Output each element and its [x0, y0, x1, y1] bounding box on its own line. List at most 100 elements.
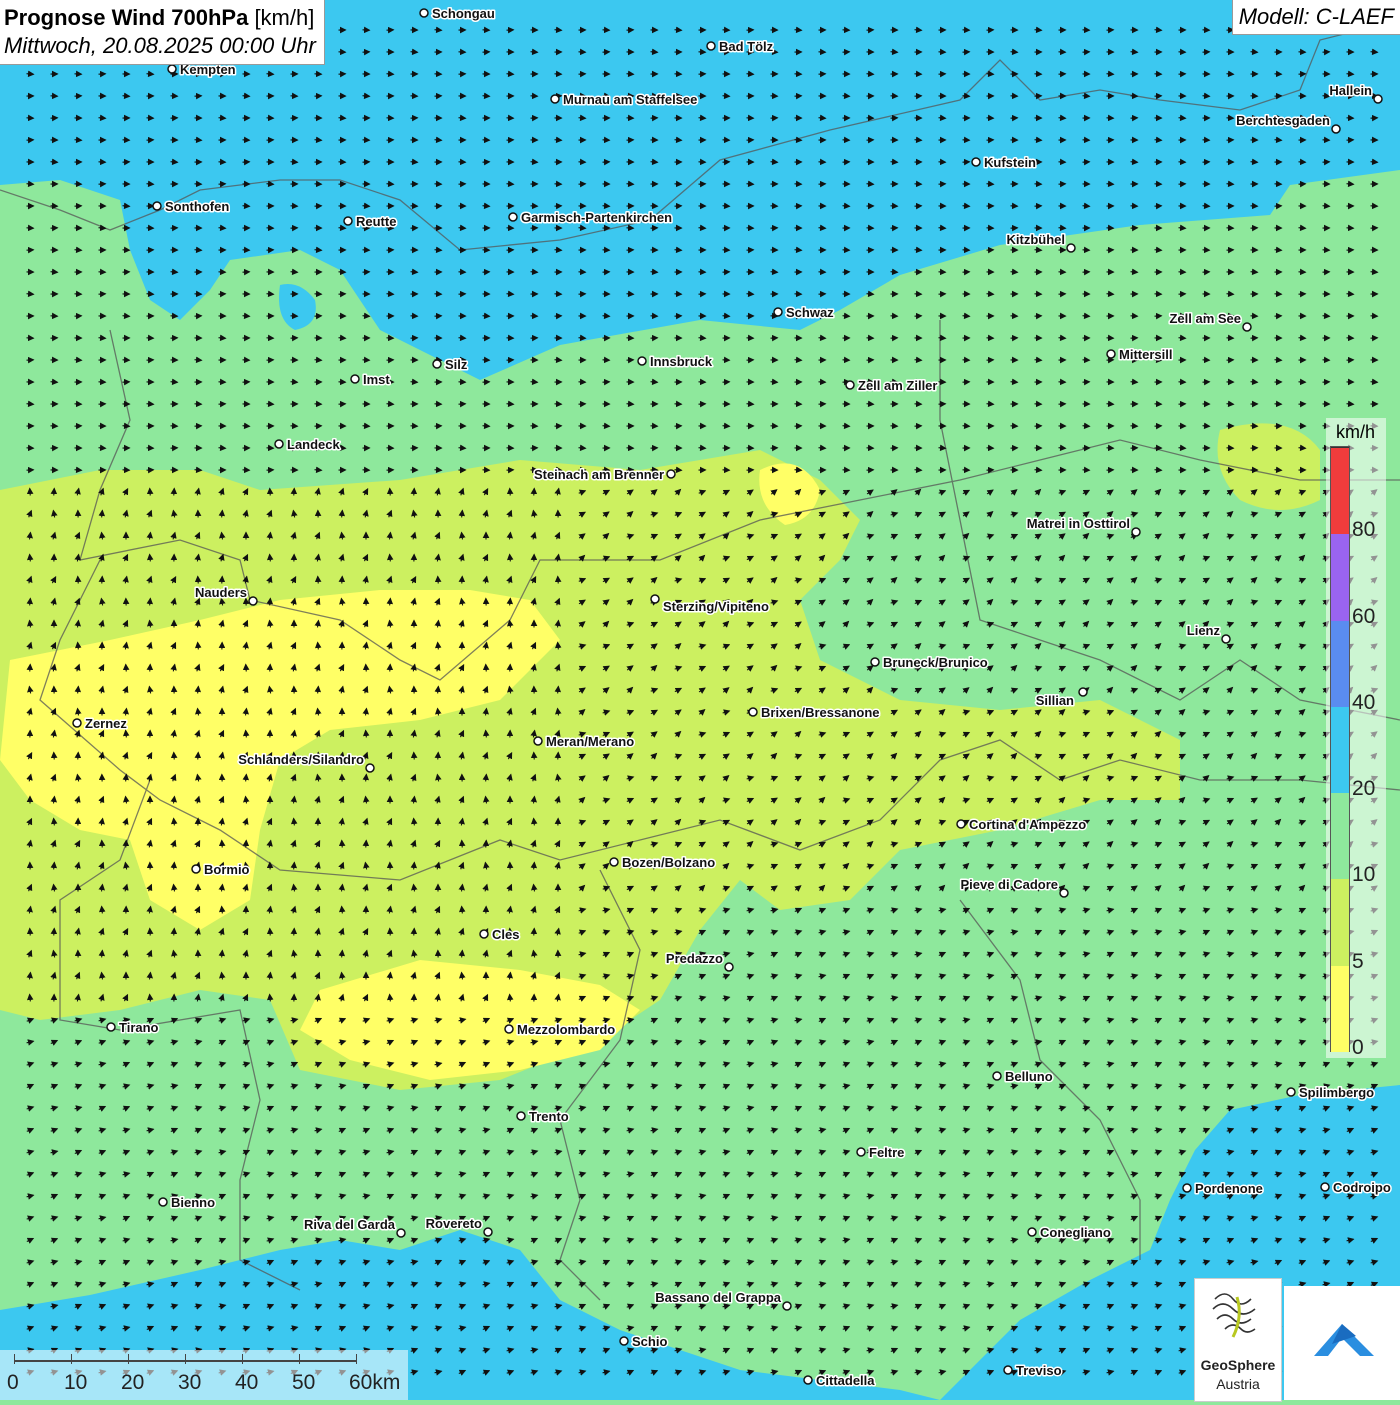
scale-tick: [71, 1354, 72, 1364]
wind-arrow: [1155, 30, 1162, 31]
wind-arrow: [366, 775, 367, 782]
city-marker: [397, 1229, 405, 1237]
wind-arrow: [195, 470, 202, 471]
wind-arrow: [723, 206, 730, 207]
wind-arrow: [294, 863, 295, 870]
wind-arrow: [627, 74, 634, 75]
city-label: Schwaz: [786, 305, 834, 320]
wind-arrow: [363, 316, 370, 317]
wind-arrow: [195, 140, 202, 141]
city-label: Meran/Merano: [546, 734, 634, 749]
wind-arrow: [723, 316, 730, 317]
wind-arrow: [1083, 206, 1090, 207]
wind-arrow: [174, 863, 175, 870]
wind-arrow: [675, 250, 682, 251]
wind-arrow: [675, 140, 682, 141]
wind-arrow: [459, 448, 466, 449]
wind-arrow: [699, 228, 706, 229]
wind-arrow: [78, 687, 79, 694]
wind-arrow: [723, 426, 730, 427]
wind-arrow: [99, 228, 106, 229]
wind-arrow: [126, 775, 127, 782]
wind-arrow: [462, 907, 463, 914]
scale-label: 30: [178, 1371, 201, 1395]
wind-arrow: [195, 360, 202, 361]
wind-arrow: [126, 731, 127, 738]
wind-arrow: [1227, 294, 1234, 295]
legend-segment: [1331, 706, 1349, 793]
wind-arrow: [171, 272, 178, 273]
city-label: Kitzbühel: [1007, 232, 1066, 247]
wind-arrow: [270, 995, 271, 1002]
city-label: Bassano del Grappa: [655, 1290, 781, 1305]
wind-arrow: [267, 294, 274, 295]
wind-arrow: [1251, 162, 1258, 163]
city-marker: [610, 858, 618, 866]
wind-arrow: [1347, 404, 1354, 405]
city-label: Imst: [363, 372, 390, 387]
wind-arrow: [30, 555, 31, 562]
wind-arrow: [1059, 228, 1066, 229]
city-label: Innsbruck: [650, 354, 713, 369]
legend-tick-label: 60: [1352, 605, 1375, 629]
wind-arrow: [1059, 118, 1066, 119]
wind-arrow: [291, 382, 298, 383]
legend-segment: [1331, 533, 1349, 620]
wind-arrow: [342, 951, 343, 958]
legend-bar: [1330, 446, 1350, 1052]
wind-arrow: [75, 470, 82, 471]
model-label: Modell: C-LAEF: [1232, 0, 1400, 35]
city-marker: [534, 737, 542, 745]
wind-arrow: [651, 382, 658, 383]
wind-arrow: [387, 184, 394, 185]
wind-arrow: [123, 96, 130, 97]
scale-label: 50: [292, 1371, 315, 1395]
city-label: Cittadella: [816, 1373, 875, 1388]
wind-arrow: [1155, 470, 1162, 471]
wind-arrow: [462, 511, 463, 518]
wind-arrow: [819, 338, 826, 339]
scale-tick: [356, 1354, 357, 1364]
wind-arrow: [438, 643, 439, 650]
legend-segment: [1331, 620, 1349, 707]
wind-arrow: [1107, 294, 1114, 295]
wind-arrow: [27, 74, 34, 75]
wind-arrow: [219, 228, 226, 229]
wind-arrow: [1131, 272, 1138, 273]
city-label: Cles: [492, 927, 519, 942]
scale-tick: [185, 1354, 186, 1364]
wind-arrow: [1179, 228, 1186, 229]
wind-arrow: [411, 52, 418, 53]
wind-arrow: [459, 338, 466, 339]
wind-arrow: [387, 294, 394, 295]
wind-arrow: [171, 382, 178, 383]
city-marker: [1321, 1183, 1329, 1191]
city-label: Feltre: [869, 1145, 904, 1160]
wind-arrow: [270, 555, 271, 562]
wind-arrow: [483, 206, 490, 207]
logo-line2: Austria: [1195, 1376, 1281, 1392]
wind-arrow: [411, 162, 418, 163]
wind-arrow: [555, 360, 562, 361]
wind-arrow: [243, 426, 250, 427]
wind-arrow: [675, 30, 682, 31]
wind-arrow: [1203, 96, 1210, 97]
wind-arrow: [270, 599, 271, 606]
city-label: Steinach am Brenner: [534, 467, 664, 482]
wind-arrow: [387, 404, 394, 405]
wind-arrow: [315, 470, 322, 471]
wind-arrow: [1155, 250, 1162, 251]
wind-arrow: [1275, 470, 1282, 471]
map-title: Prognose Wind 700hPa [km/h]: [4, 4, 316, 32]
city-label: Lienz: [1187, 623, 1221, 638]
wind-arrow: [795, 140, 802, 141]
wind-arrow: [342, 907, 343, 914]
wind-arrow: [843, 426, 850, 427]
wind-arrow: [795, 250, 802, 251]
wind-arrow: [459, 228, 466, 229]
city-marker: [783, 1302, 791, 1310]
wind-arrow: [510, 555, 511, 562]
city-marker: [420, 9, 428, 17]
wind-arrow: [243, 316, 250, 317]
city-label: Schio: [632, 1334, 667, 1349]
